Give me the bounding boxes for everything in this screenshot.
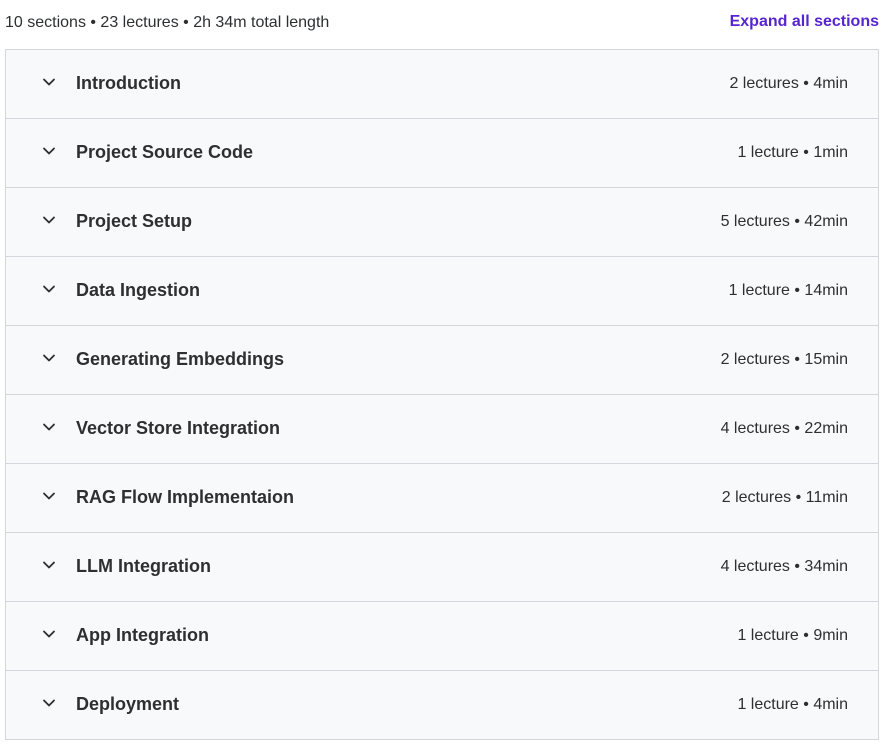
section-meta: 2 lectures • 4min — [729, 75, 848, 92]
chevron-down-icon — [42, 351, 56, 365]
section-meta: 2 lectures • 11min — [721, 489, 848, 506]
section-title: LLM Integration — [76, 556, 211, 576]
expand-all-sections-button[interactable]: Expand all sections — [730, 13, 879, 31]
chevron-down-icon — [42, 282, 56, 296]
section-title: Introduction — [76, 73, 181, 93]
chevron-down-icon — [42, 489, 56, 503]
section-panel-rag-flow-implementaion[interactable]: RAG Flow Implementaion 2 lectures • 11mi… — [6, 464, 878, 533]
section-panel-data-ingestion[interactable]: Data Ingestion 1 lecture • 14min — [6, 257, 878, 326]
section-title: App Integration — [76, 625, 209, 645]
curriculum-summary-text: 10 sections • 23 lectures • 2h 34m total… — [5, 14, 330, 31]
section-meta: 1 lecture • 14min — [728, 282, 848, 299]
curriculum-summary-bar: 10 sections • 23 lectures • 2h 34m total… — [0, 0, 885, 49]
section-meta: 2 lectures • 15min — [720, 351, 848, 368]
section-panel-vector-store-integration[interactable]: Vector Store Integration 4 lectures • 22… — [6, 395, 878, 464]
section-title: RAG Flow Implementaion — [76, 487, 295, 507]
section-title: Deployment — [76, 694, 180, 714]
chevron-down-icon — [42, 144, 56, 158]
section-title: Data Ingestion — [76, 280, 201, 300]
section-panel-llm-integration[interactable]: LLM Integration 4 lectures • 34min — [6, 533, 878, 602]
section-panel-deployment[interactable]: Deployment 1 lecture • 4min — [6, 671, 878, 739]
section-panel-generating-embeddings[interactable]: Generating Embeddings 2 lectures • 15min — [6, 326, 878, 395]
section-panel-project-source-code[interactable]: Project Source Code 1 lecture • 1min — [6, 119, 878, 188]
chevron-down-icon — [42, 558, 56, 572]
chevron-down-icon — [42, 627, 56, 641]
section-panel-project-setup[interactable]: Project Setup 5 lectures • 42min — [6, 188, 878, 257]
section-panel-introduction[interactable]: Introduction 2 lectures • 4min — [6, 50, 878, 119]
section-meta: 5 lectures • 42min — [720, 213, 848, 230]
section-meta: 1 lecture • 9min — [737, 627, 848, 644]
chevron-down-icon — [42, 75, 56, 89]
curriculum-section-list: Introduction 2 lectures • 4min Project S… — [5, 49, 879, 740]
section-title: Project Setup — [76, 211, 193, 231]
section-panel-app-integration[interactable]: App Integration 1 lecture • 9min — [6, 602, 878, 671]
chevron-down-icon — [42, 696, 56, 710]
chevron-down-icon — [42, 420, 56, 434]
section-title: Vector Store Integration — [76, 418, 281, 438]
section-meta: 1 lecture • 4min — [737, 696, 848, 713]
section-meta: 4 lectures • 34min — [720, 558, 848, 575]
section-title: Generating Embeddings — [76, 349, 285, 369]
section-title: Project Source Code — [76, 142, 254, 162]
section-meta: 4 lectures • 22min — [720, 420, 848, 437]
section-meta: 1 lecture • 1min — [737, 144, 848, 161]
chevron-down-icon — [42, 213, 56, 227]
